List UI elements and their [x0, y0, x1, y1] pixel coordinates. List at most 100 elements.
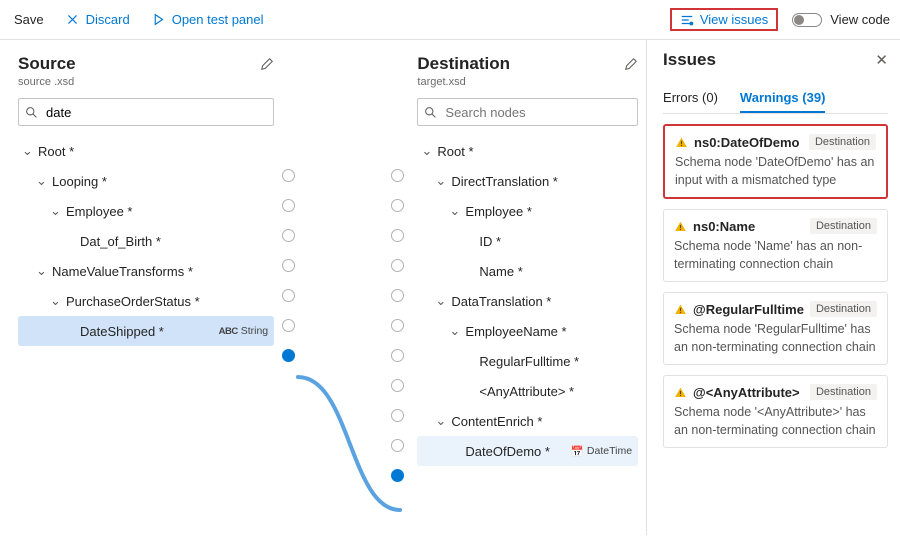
close-icon[interactable]: ✕	[875, 51, 888, 69]
tree-node-label: Root *	[38, 144, 74, 159]
destination-search-input[interactable]	[443, 104, 631, 121]
tree-node[interactable]: ⌄PurchaseOrderStatus *	[18, 286, 274, 316]
issue-badge: Destination	[810, 301, 877, 317]
connection-port[interactable]	[391, 160, 413, 190]
tree-node[interactable]: ⌄ ContentEnrich *	[417, 406, 638, 436]
chevron-down-icon: ⌄	[449, 203, 461, 219]
tree-node[interactable]: <AnyAttribute> *	[417, 376, 638, 406]
tree-node[interactable]: ID *	[417, 226, 638, 256]
issue-title: ns0:Name	[693, 219, 755, 234]
tree-node[interactable]: ⌄Looping *	[18, 166, 274, 196]
chevron-down-icon: ⌄	[435, 293, 447, 309]
chevron-down-icon: ⌄	[421, 143, 433, 159]
search-icon	[25, 105, 38, 119]
issue-card[interactable]: @<AnyAttribute>DestinationSchema node '<…	[663, 375, 888, 448]
source-subtitle: source .xsd	[18, 76, 274, 88]
tab-warnings[interactable]: Warnings (39)	[740, 84, 825, 113]
connection-port[interactable]	[391, 220, 413, 250]
connection-port[interactable]	[282, 160, 310, 190]
issues-list: ns0:DateOfDemoDestinationSchema node 'Da…	[663, 124, 888, 458]
tree-node[interactable]: ⌄ Root *	[417, 136, 638, 166]
source-ports	[282, 40, 310, 535]
connection-port[interactable]	[282, 190, 310, 220]
tree-node[interactable]: Dat_of_Birth *	[18, 226, 274, 256]
discard-label: Discard	[86, 12, 130, 27]
tree-node[interactable]: Name *	[417, 256, 638, 286]
connection-port[interactable]	[391, 430, 413, 460]
toggle-switch[interactable]	[792, 13, 822, 27]
type-chip: 📅 DateTime	[571, 445, 638, 458]
chevron-down-icon: ⌄	[50, 293, 62, 309]
string-type-icon: ABC	[219, 326, 238, 337]
open-test-panel-button[interactable]: Open test panel	[148, 8, 268, 31]
tree-node-label: Employee *	[66, 204, 132, 219]
chevron-down-icon: ⌄	[50, 203, 62, 219]
tree-node-label: Dat_of_Birth *	[80, 234, 161, 249]
tree-node[interactable]: DateShipped *ABC String	[18, 316, 274, 346]
tree-node[interactable]: ⌄DirectTranslation *	[417, 166, 638, 196]
tree-node-label: Root *	[437, 144, 473, 159]
connection-port[interactable]	[391, 460, 413, 490]
issue-message: Schema node 'DateOfDemo' has an input wi…	[675, 154, 876, 189]
issue-message: Schema node 'RegularFulltime' has an non…	[674, 321, 877, 356]
connection-port[interactable]	[391, 280, 413, 310]
tree-node[interactable]: ⌄DataTranslation *	[417, 286, 638, 316]
tree-node-label: DateOfDemo *	[465, 444, 550, 459]
search-icon	[424, 105, 437, 119]
tree-node[interactable]: DateOfDemo * 📅 DateTime	[417, 436, 638, 466]
connection-port[interactable]	[391, 250, 413, 280]
connection-port[interactable]	[282, 340, 310, 370]
connection-port[interactable]	[282, 310, 310, 340]
tree-node-label: Employee *	[465, 204, 531, 219]
issues-panel: Issues ✕ Errors (0) Warnings (39) ns0:Da…	[646, 40, 900, 535]
tree-node[interactable]: ⌄EmployeeName *	[417, 316, 638, 346]
tab-errors[interactable]: Errors (0)	[663, 84, 718, 113]
warning-icon	[675, 136, 688, 149]
tree-node-label: ContentEnrich *	[451, 414, 542, 429]
connection-port[interactable]	[282, 280, 310, 310]
view-issues-button[interactable]: View issues	[670, 8, 778, 31]
issue-card[interactable]: ns0:DateOfDemoDestinationSchema node 'Da…	[663, 124, 888, 199]
save-button[interactable]: Save	[10, 8, 48, 31]
source-search-input[interactable]	[44, 104, 267, 121]
discard-button[interactable]: Discard	[62, 8, 134, 31]
issue-title: @RegularFulltime	[693, 302, 804, 317]
issue-card[interactable]: ns0:Name Destination Schema node 'Name' ha…	[663, 209, 888, 282]
tree-node[interactable]: ⌄NameValueTransforms *	[18, 256, 274, 286]
tree-node-label: RegularFulltime *	[479, 354, 579, 369]
connection-port[interactable]	[391, 310, 413, 340]
tree-node[interactable]: ⌄ Employee *	[417, 196, 638, 226]
connection-port[interactable]	[391, 190, 413, 220]
play-icon	[152, 13, 166, 27]
chevron-down-icon: ⌄	[435, 413, 447, 429]
close-icon	[66, 13, 80, 27]
connection-port[interactable]	[282, 220, 310, 250]
source-search[interactable]	[18, 98, 274, 126]
destination-search[interactable]	[417, 98, 638, 126]
connection-port[interactable]	[391, 340, 413, 370]
chevron-down-icon: ⌄	[435, 173, 447, 189]
tree-node[interactable]: ⌄ Employee *	[18, 196, 274, 226]
issue-badge: Destination	[810, 218, 877, 234]
tree-node-label: ID *	[479, 234, 501, 249]
connection-port[interactable]	[391, 400, 413, 430]
source-tree: ⌄Root *⌄Looping *⌄Employee *Dat_of_Birth…	[18, 136, 274, 346]
tree-node[interactable]: ⌄Root *	[18, 136, 274, 166]
issue-badge: Destination	[809, 134, 876, 150]
source-title: Source	[18, 54, 76, 74]
issue-card[interactable]: @RegularFulltime Destination Schema node '…	[663, 292, 888, 365]
view-code-label: View code	[830, 12, 890, 27]
tree-node-label: Name *	[479, 264, 522, 279]
connection-port[interactable]	[391, 370, 413, 400]
issue-message: Schema node 'Name' has an non-terminatin…	[674, 238, 877, 273]
connection-port[interactable]	[282, 250, 310, 280]
open-test-label: Open test panel	[172, 12, 264, 27]
tree-node[interactable]: RegularFulltime *	[417, 346, 638, 376]
pencil-icon[interactable]	[624, 57, 638, 71]
type-chip: ABC String	[219, 325, 275, 337]
save-label: Save	[14, 12, 44, 27]
view-code-toggle[interactable]: View code	[792, 12, 890, 27]
tree-node-label: EmployeeName *	[465, 324, 566, 339]
issues-icon	[680, 13, 694, 27]
pencil-icon[interactable]	[260, 57, 274, 71]
